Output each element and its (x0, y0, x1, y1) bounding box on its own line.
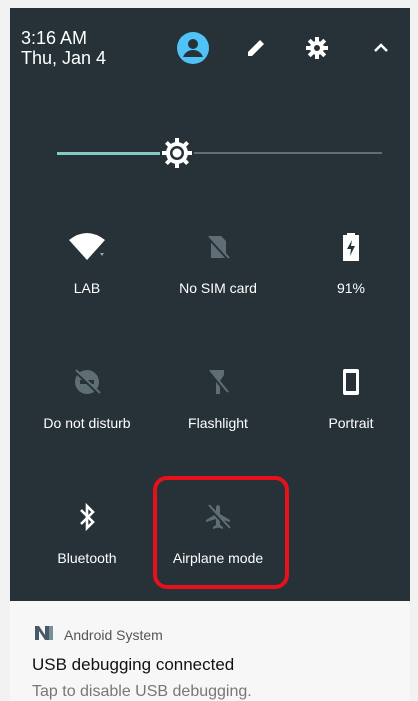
tile-bluetooth[interactable]: Bluetooth (22, 502, 152, 602)
tile-portrait[interactable]: Portrait (286, 367, 416, 467)
tile-do-not-disturb[interactable]: Do not disturb (22, 367, 152, 467)
portrait-icon (286, 367, 416, 397)
tile-wifi[interactable]: LAB (22, 232, 152, 332)
status-clock: 3:16 AM Thu, Jan 4 (21, 28, 106, 68)
notification-app-name: Android System (64, 626, 163, 643)
notification-title: USB debugging connected (32, 655, 235, 674)
notification-header: Android System (34, 625, 163, 644)
flashlight-off-icon (153, 367, 283, 397)
tile-label: LAB (73, 280, 101, 296)
tile-label: Flashlight (188, 415, 248, 431)
tile-label: 91% (336, 280, 366, 296)
do-not-disturb-icon (22, 367, 152, 397)
brightness-slider[interactable] (57, 138, 382, 170)
battery-charging-icon (286, 232, 416, 262)
brightness-icon[interactable] (160, 136, 194, 170)
collapse-icon[interactable] (363, 30, 399, 66)
highlight-box (153, 476, 289, 589)
bluetooth-icon (22, 502, 152, 532)
tile-no-sim[interactable]: No SIM card (153, 232, 283, 332)
tile-label: Portrait (328, 415, 374, 431)
tile-label: No SIM card (179, 280, 257, 296)
no-sim-icon (153, 232, 283, 262)
notification-text: Tap to disable USB debugging. (32, 683, 252, 700)
tile-battery[interactable]: 91% (286, 232, 416, 332)
time-text: 3:16 AM (21, 28, 88, 48)
tile-label: Do not disturb (43, 415, 131, 431)
wifi-icon (22, 232, 152, 262)
notification-card[interactable]: Android System USB debugging connected T… (10, 601, 410, 701)
edit-icon[interactable] (238, 30, 274, 66)
date-text: Thu, Jan 4 (21, 48, 107, 68)
settings-icon[interactable] (299, 30, 335, 66)
brightness-track-filled (57, 152, 160, 155)
tile-label: Bluetooth (57, 550, 117, 566)
brightness-track-empty (194, 152, 382, 154)
tile-flashlight[interactable]: Flashlight (153, 367, 283, 467)
account-icon[interactable] (175, 30, 211, 66)
android-n-icon (34, 625, 54, 644)
